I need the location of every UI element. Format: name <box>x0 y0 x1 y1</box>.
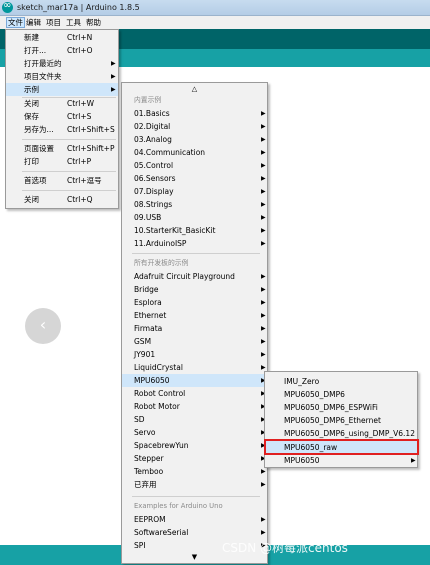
file-menu: 新建 Ctrl+N 打开... Ctrl+O 打开最近的 ▶ 项目文件夹 ▶ 示例 ▶ 关… <box>5 29 119 209</box>
examples-uno-item[interactable]: EEPROM ▶ <box>122 513 267 526</box>
mpu-example-mpu6050[interactable]: MPU6050 ▶ <box>265 454 417 467</box>
watermark: CSDN @树莓派centos <box>222 541 348 555</box>
examples-item[interactable]: 01.Basics ▶ <box>122 107 267 120</box>
file-open[interactable]: 打开... Ctrl+O <box>6 44 118 57</box>
menu-help[interactable]: 帮助 <box>85 17 102 28</box>
menu-project[interactable]: 项目 <box>45 17 62 28</box>
file-open-recent[interactable]: 打开最近的 ▶ <box>6 57 118 70</box>
mpu-example-item[interactable]: IMU_Zero <box>265 375 417 388</box>
chevron-right-icon: ▶ <box>261 214 266 221</box>
menu-bar: 文件 编辑 项目 工具 帮助 <box>0 16 430 29</box>
mpu-example-item[interactable]: MPU6050_DMP6 <box>265 388 417 401</box>
examples-library[interactable]: LiquidCrystal ▶ <box>122 361 267 374</box>
examples-library[interactable]: Ethernet ▶ <box>122 309 267 322</box>
chevron-right-icon: ▶ <box>261 516 266 523</box>
file-examples[interactable]: 示例 ▶ <box>6 83 118 96</box>
menu-separator <box>22 190 116 191</box>
chevron-right-icon: ▶ <box>111 86 116 93</box>
menu-separator <box>132 253 260 254</box>
chevron-right-icon: ▶ <box>261 273 266 280</box>
examples-library[interactable]: Esplora ▶ <box>122 296 267 309</box>
menu-tools[interactable]: 工具 <box>65 17 82 28</box>
examples-library[interactable]: Robot Control▶ <box>122 387 267 400</box>
file-preferences[interactable]: 首选项 Ctrl+逗号 <box>6 174 118 187</box>
examples-library[interactable]: JY901 ▶ <box>122 348 267 361</box>
examples-item[interactable]: 03.Analog ▶ <box>122 133 267 146</box>
chevron-right-icon: ▶ <box>261 201 266 208</box>
examples-all-boards-header: 所有开发板的示例 <box>134 259 189 267</box>
chevron-right-icon: ▶ <box>261 338 266 345</box>
examples-library-mpu6050[interactable]: MPU6050▶ <box>122 374 267 387</box>
examples-library[interactable]: SD▶ <box>122 413 267 426</box>
chevron-right-icon: ▶ <box>261 481 266 488</box>
window-title: sketch_mar17a | Arduino 1.8.5 <box>17 3 140 12</box>
examples-library[interactable]: 已弃用 ▶ <box>122 478 267 491</box>
examples-menu: △ 内置示例 01.Basics ▶ 02.Digital ▶ 03.Analog ▶… <box>121 82 268 564</box>
chevron-right-icon: ▶ <box>261 149 266 156</box>
examples-library[interactable]: Servo▶ <box>122 426 267 439</box>
chevron-right-icon: ▶ <box>261 110 266 117</box>
mpu-example-item[interactable]: MPU6050_DMP6_ESPWiFi <box>265 401 417 414</box>
chevron-right-icon: ▶ <box>261 188 266 195</box>
file-save-as[interactable]: 另存为... Ctrl+Shift+S <box>6 123 118 136</box>
chevron-right-icon: ▶ <box>261 136 266 143</box>
examples-library[interactable]: Robot Motor▶ <box>122 400 267 413</box>
file-page-setup[interactable]: 页面设置 Ctrl+Shift+P <box>6 142 118 155</box>
arduino-logo-icon <box>2 0 13 13</box>
chevron-right-icon: ▶ <box>111 73 116 80</box>
examples-item[interactable]: 02.Digital ▶ <box>122 120 267 133</box>
menu-edit[interactable]: 编辑 <box>25 17 42 28</box>
chevron-right-icon: ▶ <box>411 457 416 464</box>
chevron-right-icon: ▶ <box>261 227 266 234</box>
examples-uno-header: Examples for Arduino Uno <box>134 502 223 510</box>
examples-item[interactable]: 04.Communication ▶ <box>122 146 267 159</box>
chevron-right-icon: ▶ <box>261 175 266 182</box>
chevron-right-icon: ▶ <box>261 162 266 169</box>
title-bar: sketch_mar17a | Arduino 1.8.5 <box>0 0 430 16</box>
examples-library[interactable]: GSM ▶ <box>122 335 267 348</box>
examples-item[interactable]: 10.StarterKit_BasicKit ▶ <box>122 224 267 237</box>
chevron-right-icon: ▶ <box>261 123 266 130</box>
examples-item[interactable]: 07.Display ▶ <box>122 185 267 198</box>
examples-library[interactable]: Temboo ▶ <box>122 465 267 478</box>
examples-item[interactable]: 08.Strings ▶ <box>122 198 267 211</box>
examples-item[interactable]: 06.Sensors ▶ <box>122 172 267 185</box>
examples-item[interactable]: 09.USB ▶ <box>122 211 267 224</box>
file-new[interactable]: 新建 Ctrl+N <box>6 31 118 44</box>
examples-item[interactable]: 05.Control ▶ <box>122 159 267 172</box>
chevron-right-icon: ▶ <box>261 286 266 293</box>
mpu-example-item[interactable]: MPU6050_DMP6_Ethernet <box>265 414 417 427</box>
file-save[interactable]: 保存 Ctrl+S <box>6 110 118 123</box>
chevron-right-icon: ▶ <box>261 312 266 319</box>
menu-file[interactable]: 文件 <box>6 17 25 28</box>
chevron-right-icon: ▶ <box>261 529 266 536</box>
examples-uno-item[interactable]: SoftwareSerial ▶ <box>122 526 267 539</box>
examples-item[interactable]: 11.ArduinoISP ▶ <box>122 237 267 250</box>
menu-separator <box>132 496 260 497</box>
examples-library[interactable]: Adafruit Circuit Playground ▶ <box>122 270 267 283</box>
chevron-right-icon: ▶ <box>261 299 266 306</box>
examples-library[interactable]: SpacebrewYun▶ <box>122 439 267 452</box>
chevron-right-icon: ▶ <box>261 325 266 332</box>
examples-library[interactable]: Firmata ▶ <box>122 322 267 335</box>
file-sketchbook[interactable]: 项目文件夹 ▶ <box>6 70 118 83</box>
menu-separator <box>22 139 116 140</box>
chevron-right-icon: ▶ <box>261 240 266 247</box>
menu-separator <box>22 171 116 172</box>
examples-library[interactable]: Bridge ▶ <box>122 283 267 296</box>
scroll-up-icon[interactable]: △ <box>122 84 267 94</box>
examples-builtin-header: 内置示例 <box>134 96 162 104</box>
chevron-right-icon: ▶ <box>261 351 266 358</box>
highlight-annotation <box>264 439 419 455</box>
chevron-right-icon: ▶ <box>111 60 116 67</box>
file-print[interactable]: 打印 Ctrl+P <box>6 155 118 168</box>
file-close[interactable]: 关闭 Ctrl+W <box>6 97 118 110</box>
file-quit[interactable]: 关闭 Ctrl+Q <box>6 193 118 206</box>
examples-library[interactable]: Stepper▶ <box>122 452 267 465</box>
back-arrow-icon[interactable]: ‹ <box>25 308 61 344</box>
